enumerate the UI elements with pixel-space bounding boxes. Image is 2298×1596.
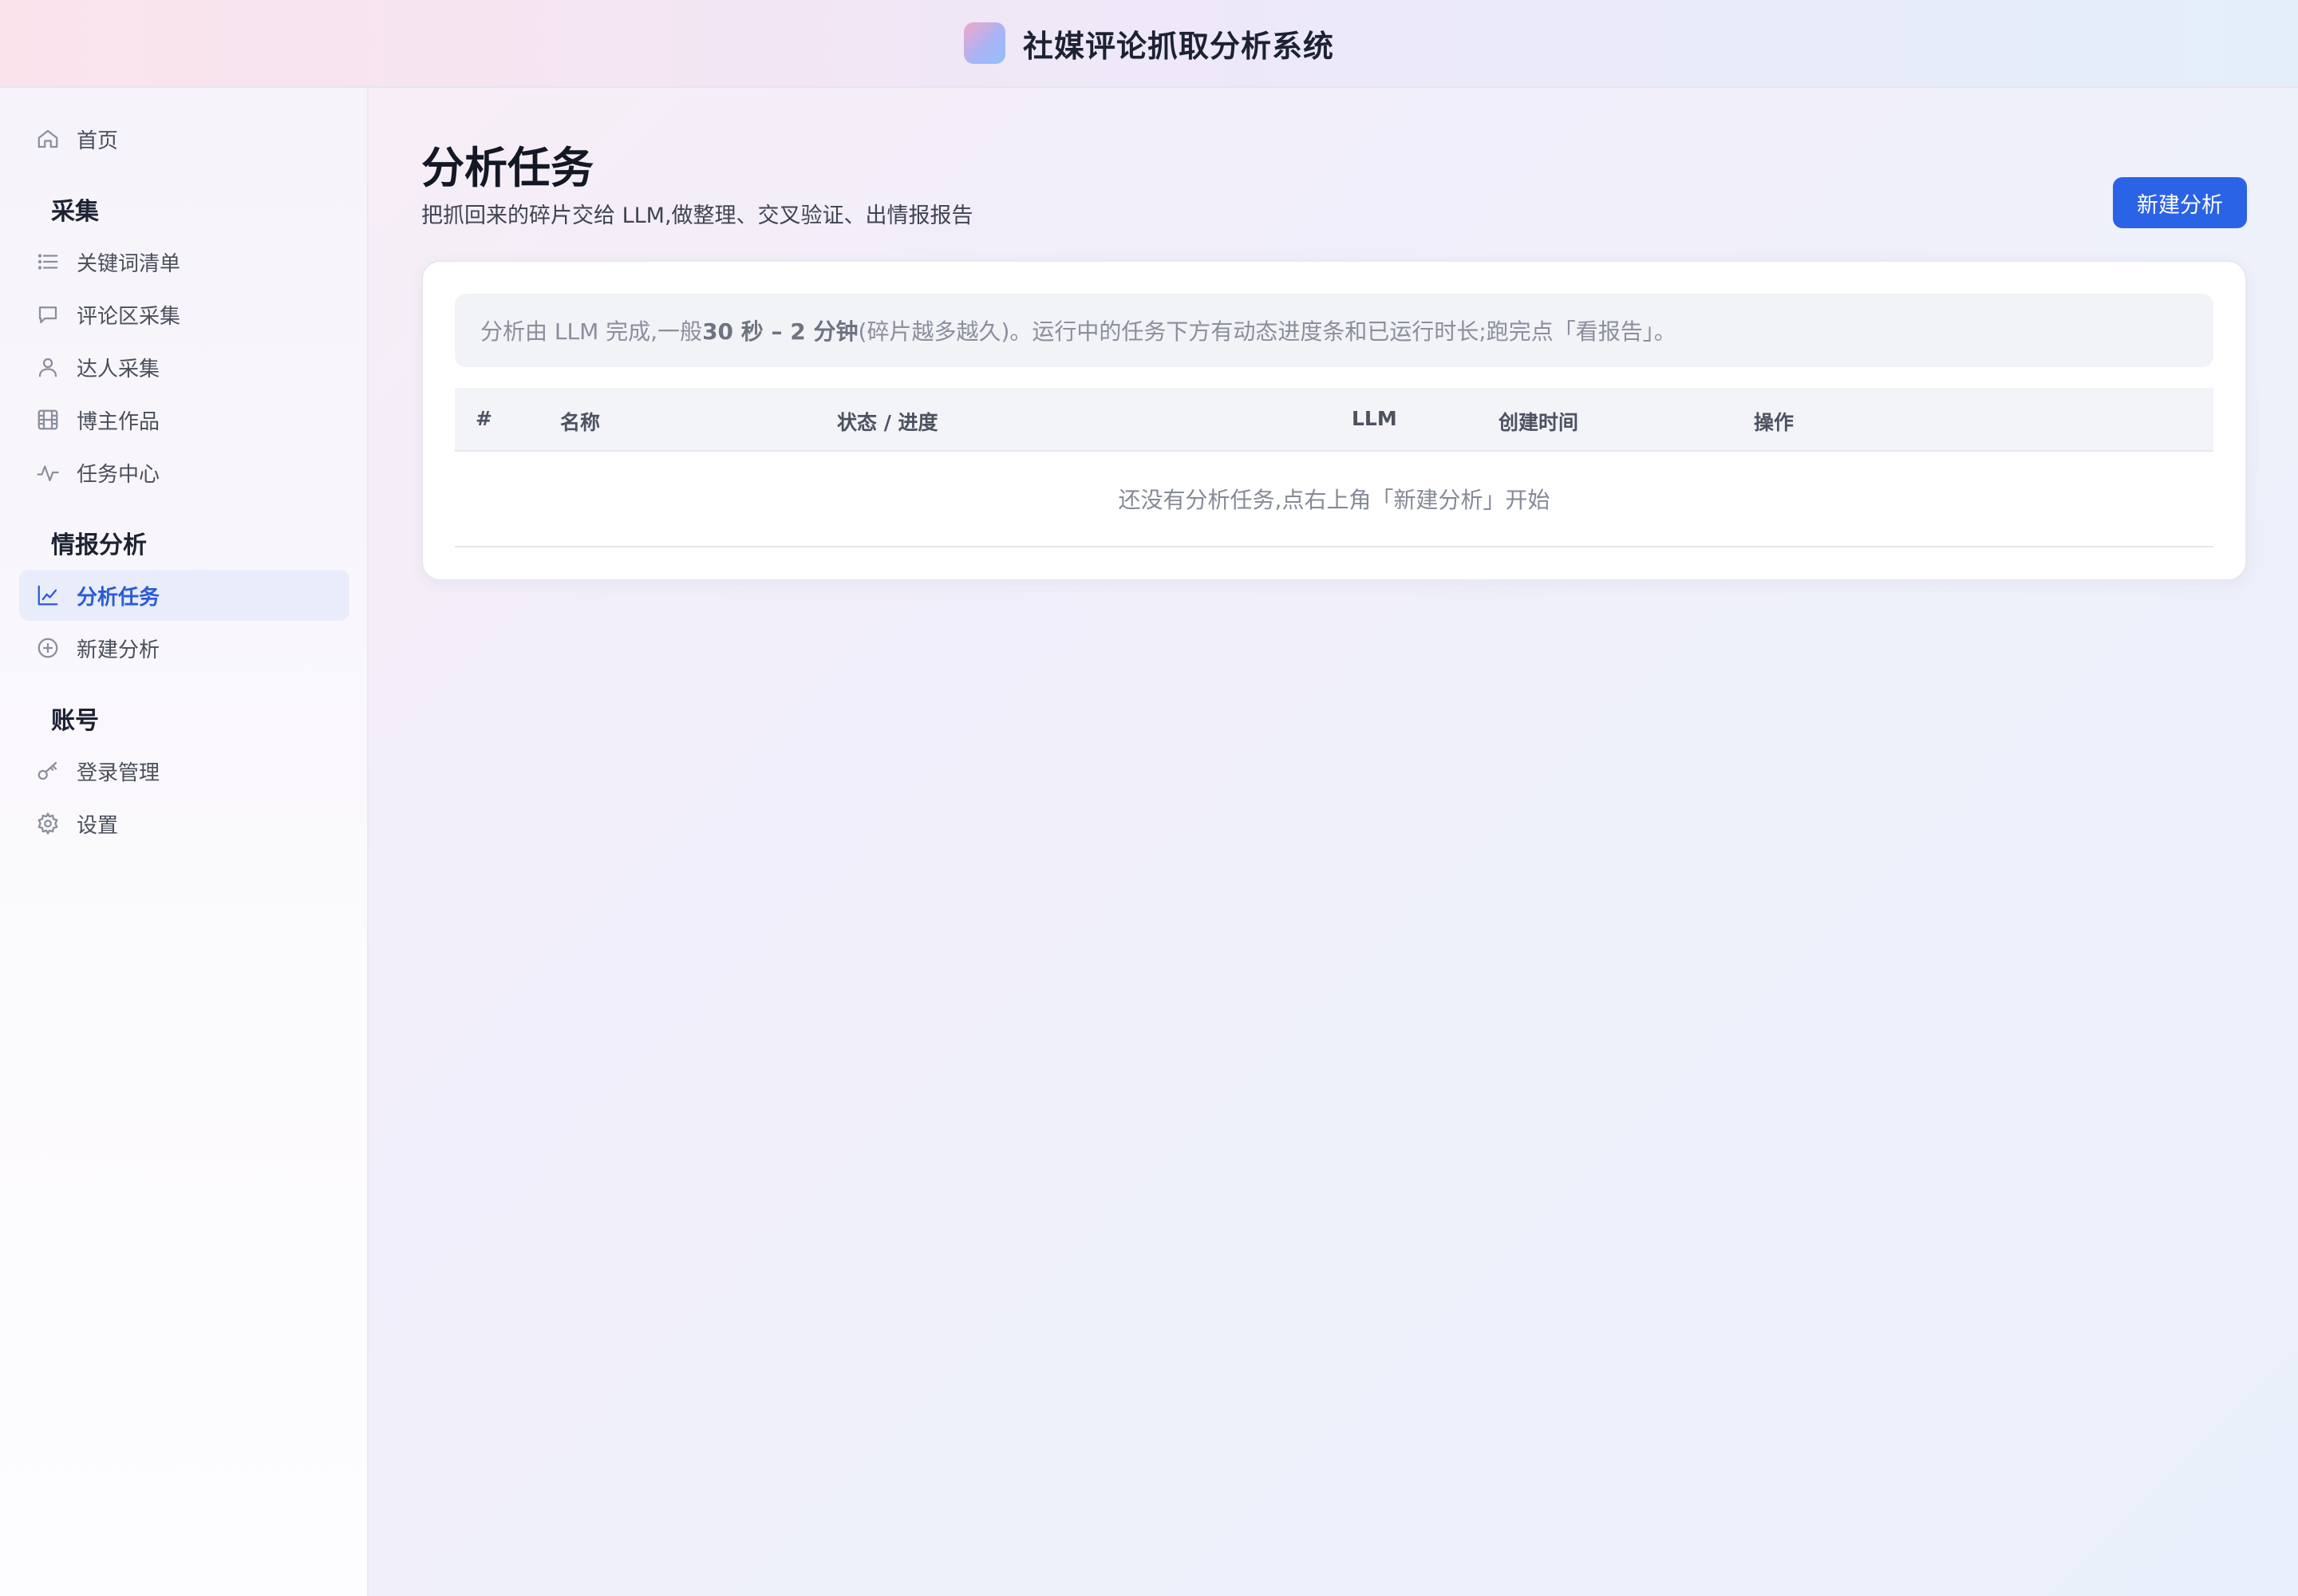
list-icon	[35, 249, 61, 275]
sidebar-item-analysis-tasks[interactable]: 分析任务	[19, 570, 349, 621]
film-icon	[35, 407, 61, 433]
new-analysis-button[interactable]: 新建分析	[2113, 177, 2247, 228]
tasks-card: 分析由 LLM 完成,一般 30 秒 – 2 分钟 (碎片越多越久)。运行中的任务…	[421, 260, 2247, 581]
sidebar-item-label: 任务中心	[77, 462, 160, 487]
main-content: 分析任务 把抓回来的碎片交给 LLM,做整理、交叉验证、出情报报告 新建分析 分…	[369, 88, 2298, 1596]
sidebar-item-login-management[interactable]: 登录管理	[19, 745, 349, 796]
sidebar-item-label: 登录管理	[77, 760, 160, 785]
sidebar-item-label: 新建分析	[77, 638, 160, 662]
sidebar-item-settings[interactable]: 设置	[19, 798, 349, 849]
page-subtitle: 把抓回来的碎片交给 LLM,做整理、交叉验证、出情报报告	[421, 203, 973, 228]
sidebar-item-label: 博主作品	[77, 409, 160, 434]
plus-circle-icon	[35, 635, 61, 661]
sidebar-item-label: 分析任务	[77, 585, 160, 610]
sidebar-item-home[interactable]: 首页	[19, 113, 349, 164]
section-title-analysis: 情报分析	[51, 531, 147, 559]
page-title: 分析任务	[421, 143, 594, 193]
section-title-collect: 采集	[51, 198, 99, 226]
notice-emphasis: 30 秒 – 2 分钟	[702, 318, 859, 345]
sidebar-item-label: 关键词清单	[77, 251, 181, 276]
notice-suffix: (碎片越多越久)。运行中的任务下方有动态进度条和已运行时长;跑完点「看报告」。	[858, 318, 1676, 345]
column-header-name: 名称	[560, 411, 601, 434]
user-icon	[35, 354, 61, 380]
sidebar-item-task-center[interactable]: 任务中心	[19, 447, 349, 498]
sidebar-item-label: 达人采集	[77, 357, 160, 381]
sidebar-item-keywords[interactable]: 关键词清单	[19, 236, 349, 287]
key-icon	[35, 758, 61, 784]
column-header-status: 状态 / 进度	[837, 411, 938, 434]
column-header-llm: LLM	[1352, 407, 1397, 430]
app-logo	[963, 22, 1005, 64]
activity-icon	[35, 460, 61, 485]
notice-prefix: 分析由 LLM 完成,一般	[480, 318, 703, 345]
sidebar-item-comment-collect[interactable]: 评论区采集	[19, 289, 349, 340]
message-icon	[35, 302, 61, 327]
sidebar-item-label: 首页	[77, 128, 119, 153]
sidebar-item-influencer-collect[interactable]: 达人采集	[19, 342, 349, 393]
gear-icon	[35, 811, 61, 836]
top-bar: 社媒评论抓取分析系统	[0, 0, 2298, 88]
table-header: # 名称 状态 / 进度 LLM 创建时间 操作	[455, 388, 2213, 452]
info-notice: 分析由 LLM 完成,一般 30 秒 – 2 分钟 (碎片越多越久)。运行中的任务…	[455, 294, 2213, 367]
column-header-actions: 操作	[1754, 411, 1795, 434]
sidebar-item-label: 设置	[77, 813, 119, 838]
column-header-created: 创建时间	[1498, 411, 1579, 434]
sidebar: 首页 采集 关键词清单 评论区采集 达人采集 博主作品 任务中心 情报分析 分析…	[0, 88, 369, 1596]
app-title: 社媒评论抓取分析系统	[1022, 28, 1334, 64]
sidebar-item-label: 评论区采集	[77, 304, 181, 329]
home-icon	[35, 126, 61, 152]
column-header-index: #	[476, 407, 492, 430]
sidebar-item-creator-works[interactable]: 博主作品	[19, 394, 349, 445]
sidebar-item-new-analysis[interactable]: 新建分析	[19, 622, 349, 674]
line-chart-icon	[35, 583, 61, 608]
empty-state: 还没有分析任务,点右上角「新建分析」开始	[455, 452, 2213, 547]
section-title-account: 账号	[51, 707, 99, 735]
